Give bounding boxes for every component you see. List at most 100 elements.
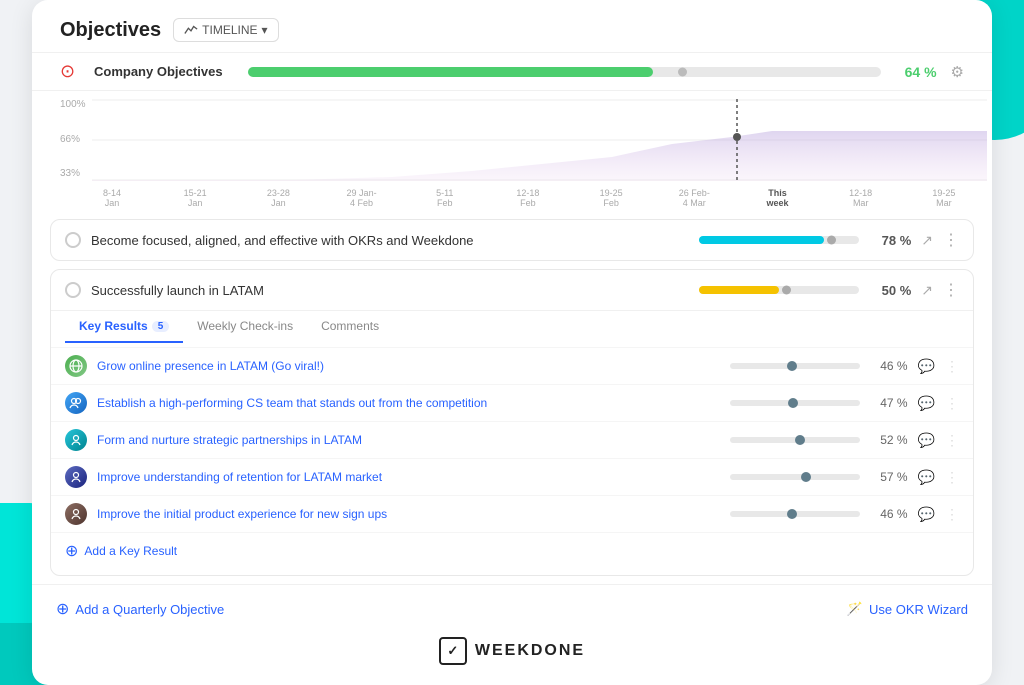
timeline-button[interactable]: TIMELINE ▾: [173, 18, 278, 42]
kr-progress-track-1: [730, 363, 860, 369]
chart-svg: [92, 99, 987, 181]
kr-progress-dot-4: [801, 472, 811, 482]
obj-progress-track-2: [699, 286, 859, 294]
company-progress-pct: 64 %: [895, 64, 937, 80]
kr-icon-4: [65, 466, 87, 488]
tab-weekly-checkins[interactable]: Weekly Check-ins: [183, 311, 307, 343]
kr-comment-icon-2[interactable]: 💬: [918, 395, 935, 412]
kr-more-icon-5[interactable]: ⋮: [945, 506, 959, 523]
obj-title-1: Become focused, aligned, and effective w…: [91, 233, 689, 248]
chart-x-12-18mar: 12-18Mar: [841, 188, 881, 208]
obj-title-2: Successfully launch in LATAM: [91, 283, 689, 298]
company-objectives-label: Company Objectives: [94, 64, 234, 79]
obj-progress-track-1: [699, 236, 859, 244]
kr-row-3: Form and nurture strategic partnerships …: [51, 421, 973, 458]
tab-kr-badge: 5: [152, 321, 170, 332]
kr-title-3[interactable]: Form and nurture strategic partnerships …: [97, 433, 720, 447]
kr-icon-3: [65, 429, 87, 451]
logo-checkmark: ✓: [447, 643, 458, 659]
add-objective-button[interactable]: ⊕ Add a Quarterly Objective: [56, 599, 224, 619]
tab-comments[interactable]: Comments: [307, 311, 393, 343]
kr-row-2: Establish a high-performing CS team that…: [51, 384, 973, 421]
page-header: Objectives TIMELINE ▾: [32, 0, 992, 52]
kr-comment-icon-5[interactable]: 💬: [918, 506, 935, 523]
chart-x-this-week: Thisweek: [758, 188, 798, 208]
kr-progress-dot-5: [787, 509, 797, 519]
chart-x-12-18feb: 12-18Feb: [508, 188, 548, 208]
objective-row-2: Successfully launch in LATAM 50 % ↗ ⋮ Ke…: [50, 269, 974, 576]
kr-title-1[interactable]: Grow online presence in LATAM (Go viral!…: [97, 359, 720, 373]
chart-area: 100% 66% 33%: [32, 91, 992, 211]
wizard-icon: 🪄: [847, 601, 863, 617]
kr-icon-2: [65, 392, 87, 414]
use-wizard-button[interactable]: 🪄 Use OKR Wizard: [847, 601, 968, 617]
kr-pct-2: 47 %: [870, 396, 908, 410]
card-footer: ⊕ Add a Quarterly Objective 🪄 Use OKR Wi…: [32, 584, 992, 623]
kr-progress-dot-2: [788, 398, 798, 408]
kr-icon-5: [65, 503, 87, 525]
kr-comment-icon-3[interactable]: 💬: [918, 432, 935, 449]
tab-key-results-label: Key Results: [79, 319, 148, 333]
add-objective-icon: ⊕: [56, 599, 69, 619]
settings-icon[interactable]: ⚙: [951, 63, 964, 81]
more-icon-1[interactable]: ⋮: [943, 230, 959, 250]
kr-comment-icon-4[interactable]: 💬: [918, 469, 935, 486]
chart-x-5-11: 5-11Feb: [425, 188, 465, 208]
kr-row-4: Improve understanding of retention for L…: [51, 458, 973, 495]
company-objectives-row: ⊙ Company Objectives 64 % ⚙: [32, 52, 992, 91]
kr-title-4[interactable]: Improve understanding of retention for L…: [97, 470, 720, 484]
kr-title-5[interactable]: Improve the initial product experience f…: [97, 507, 720, 521]
kr-pct-5: 46 %: [870, 507, 908, 521]
external-link-icon-1[interactable]: ↗: [921, 232, 933, 249]
more-icon-2[interactable]: ⋮: [943, 280, 959, 300]
chart-x-23-28: 23-28Jan: [258, 188, 298, 208]
kr-more-icon-4[interactable]: ⋮: [945, 469, 959, 486]
kr-progress-track-5: [730, 511, 860, 517]
target-icon: ⊙: [60, 61, 80, 82]
obj-tabs: Key Results 5 Weekly Check-ins Comments: [51, 310, 973, 343]
chart-y-66: 66%: [60, 134, 86, 145]
timeline-label: TIMELINE: [202, 23, 257, 37]
add-kr-label: Add a Key Result: [84, 544, 177, 558]
objectives-list: Become focused, aligned, and effective w…: [32, 219, 992, 576]
kr-title-2[interactable]: Establish a high-performing CS team that…: [97, 396, 720, 410]
tab-key-results[interactable]: Key Results 5: [65, 311, 183, 343]
kr-progress-dot-3: [795, 435, 805, 445]
kr-pct-1: 46 %: [870, 359, 908, 373]
objective-row-1: Become focused, aligned, and effective w…: [50, 219, 974, 261]
kr-pct-3: 52 %: [870, 433, 908, 447]
external-link-icon-2[interactable]: ↗: [921, 282, 933, 299]
obj-progress-dot-1: [827, 236, 836, 245]
kr-icon-1: [65, 355, 87, 377]
add-key-result-row[interactable]: ⊕ Add a Key Result: [51, 532, 973, 569]
kr-row-1: Grow online presence in LATAM (Go viral!…: [51, 347, 973, 384]
objective-header-1: Become focused, aligned, and effective w…: [51, 220, 973, 260]
company-progress-fill: [248, 67, 653, 77]
page-title: Objectives: [60, 19, 161, 42]
logo-text: WEEKDONE: [475, 642, 585, 660]
objective-header-2: Successfully launch in LATAM 50 % ↗ ⋮: [51, 270, 973, 310]
chart-x-19-25mar: 19-25Mar: [924, 188, 964, 208]
obj-progress-dot-2: [782, 286, 791, 295]
tab-weekly-checkins-label: Weekly Check-ins: [197, 319, 293, 333]
kr-comment-icon-1[interactable]: 💬: [918, 358, 935, 375]
company-progress-dot: [678, 67, 687, 76]
chart-x-29jan: 29 Jan-4 Feb: [342, 188, 382, 208]
kr-progress-track-4: [730, 474, 860, 480]
obj-progress-fill-1: [699, 236, 824, 244]
obj-progress-fill-2: [699, 286, 779, 294]
kr-more-icon-1[interactable]: ⋮: [945, 358, 959, 375]
chart-x-labels: 8-14Jan 15-21Jan 23-28Jan 29 Jan-4 Feb 5…: [92, 186, 964, 210]
chart-x-19-25feb: 19-25Feb: [591, 188, 631, 208]
kr-more-icon-2[interactable]: ⋮: [945, 395, 959, 412]
add-objective-label: Add a Quarterly Objective: [75, 602, 224, 617]
chart-x-26feb: 26 Feb-4 Mar: [674, 188, 714, 208]
chart-y-labels: 100% 66% 33%: [60, 99, 86, 179]
kr-more-icon-3[interactable]: ⋮: [945, 432, 959, 449]
chart-svg-wrap: [92, 99, 964, 186]
obj-circle-1: [65, 232, 81, 248]
use-wizard-label: Use OKR Wizard: [869, 602, 968, 617]
kr-progress-dot-1: [787, 361, 797, 371]
obj-circle-2: [65, 282, 81, 298]
kr-progress-track-2: [730, 400, 860, 406]
